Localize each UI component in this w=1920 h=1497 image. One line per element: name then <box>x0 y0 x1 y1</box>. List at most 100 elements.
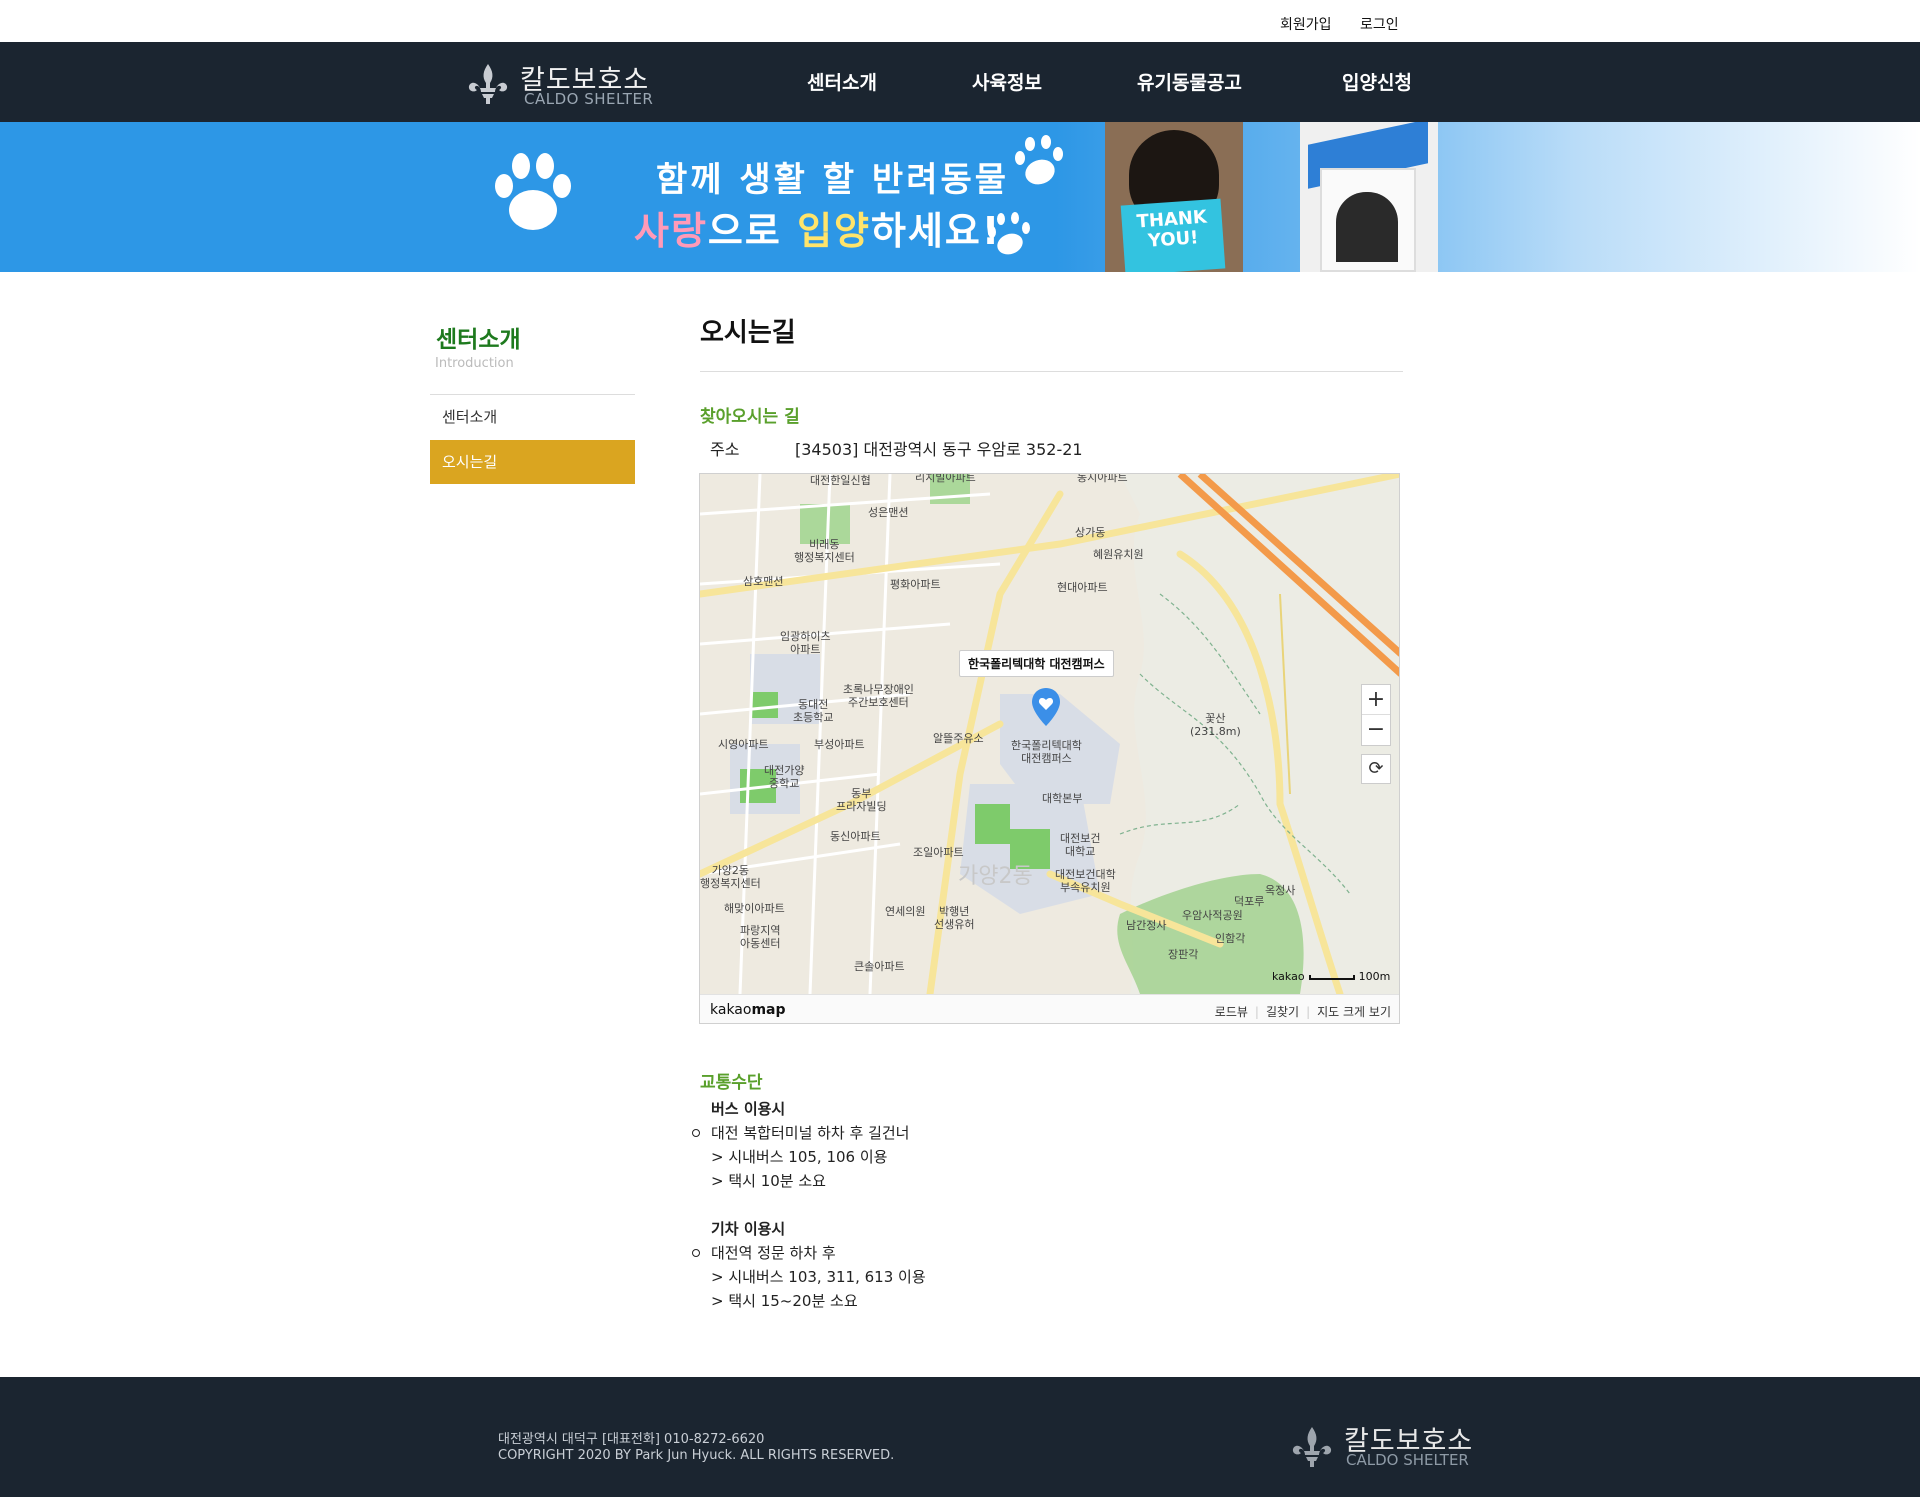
address-value: [34503] 대전광역시 동구 우암로 352-21 <box>795 440 1083 459</box>
map-label: 리치빌아파트 <box>915 473 976 484</box>
map-label: 해맞이아파트 <box>724 902 785 915</box>
map-label: 큰솔아파트 <box>854 960 905 973</box>
sidebar-subtitle: Introduction <box>435 356 514 371</box>
page-title: 오시는길 <box>700 318 796 348</box>
train-line: > 시내버스 103, 311, 613 이용 <box>711 1268 926 1286</box>
brand-kakao: kakao <box>710 1002 752 1018</box>
map-label: 대전한일신협 <box>810 474 871 487</box>
scale-bar <box>1308 974 1355 980</box>
footer-contact: 대전광역시 대덕구 [대표전화] 010-8272-6620 <box>498 1432 765 1447</box>
location-marker-icon[interactable] <box>1029 686 1063 730</box>
map-label: 덕포루 <box>1234 895 1265 908</box>
map-label: 대전보건 대학교 <box>1060 832 1101 858</box>
map-label: 현대아파트 <box>1057 581 1108 594</box>
banner-word-love: 사랑 <box>634 209 708 253</box>
map-scale: kakao 100m <box>1272 970 1390 983</box>
kakaomap-logo[interactable]: kakaomap <box>710 1002 786 1018</box>
map-label: 동지아파트 <box>1077 473 1128 484</box>
sign-text: THANK YOU! <box>1135 206 1208 252</box>
train-heading: 기차 이용시 <box>711 1220 786 1238</box>
map-label: 혜원유치원 <box>1093 548 1144 561</box>
map-label: 인함각 <box>1215 932 1246 945</box>
fleur-de-lis-icon <box>468 64 508 104</box>
sidebar-title: 센터소개 <box>436 327 521 353</box>
map-label: 동신아파트 <box>830 830 881 843</box>
scale-brand: kakao <box>1272 970 1305 983</box>
map-links: 로드뷰 | 길찾기 | 지도 크게 보기 <box>1215 1003 1391 1020</box>
footer-logo[interactable]: 칼도보호소 CALDO SHELTER <box>1290 1417 1490 1473</box>
zoom-out-button[interactable]: − <box>1362 715 1390 745</box>
address-label: 주소 <box>710 440 740 459</box>
utility-bar: 회원가입 로그인 <box>0 0 1920 42</box>
kakao-map[interactable]: 대전한일신협 리치빌아파트 동지아파트 성은맨션 비래동 행정복지센터 상가동 … <box>699 473 1400 1024</box>
map-label: 가양2동 행정복지센터 <box>700 864 761 890</box>
map-label: 임광하이츠 아파트 <box>780 630 831 656</box>
map-label: 대전보건대학 부속유치원 <box>1055 868 1116 894</box>
paw-print-icon <box>1015 135 1063 185</box>
map-label: 부성아파트 <box>814 738 865 751</box>
transport-section-title: 교통수단 <box>700 1073 763 1093</box>
map-label: 조일아파트 <box>913 846 964 859</box>
map-label: 성은맨션 <box>868 506 909 519</box>
roadview-link[interactable]: 로드뷰 <box>1215 1005 1248 1019</box>
map-label: 옥정사 <box>1265 884 1296 897</box>
sidebar-item-center-intro[interactable]: 센터소개 <box>430 395 635 439</box>
brand-map: map <box>751 1002 786 1018</box>
enlarge-map-link[interactable]: 지도 크게 보기 <box>1317 1005 1391 1019</box>
map-footer: kakaomap 로드뷰 | 길찾기 | 지도 크게 보기 <box>700 994 1399 1023</box>
map-label: 대학본부 <box>1042 792 1083 805</box>
map-district-label: 가양2동 <box>958 864 1033 889</box>
map-zoom-control: + − <box>1361 684 1391 746</box>
login-link[interactable]: 로그인 <box>1360 14 1399 34</box>
map-label: 박행년 선생유허 <box>934 905 975 931</box>
nav-center-intro[interactable]: 센터소개 <box>807 68 877 95</box>
fleur-de-lis-icon <box>1292 1427 1332 1467</box>
route-link[interactable]: 길찾기 <box>1266 1005 1299 1019</box>
map-label: 시영아파트 <box>718 738 769 751</box>
bullet <box>692 1249 700 1257</box>
map-label: 남간정사 <box>1126 919 1167 932</box>
nav-adoption[interactable]: 입양신청 <box>1342 68 1412 95</box>
title-divider <box>700 371 1403 372</box>
nav-stray-notice[interactable]: 유기동물공고 <box>1137 68 1242 95</box>
map-label: 한국폴리텍대학 대전캠퍼스 <box>1011 739 1082 765</box>
scale-value: 100m <box>1358 970 1391 983</box>
hero-banner: 함께 생활 할 반려동물 사랑으로 입양하세요! THANK YOU! <box>0 122 1920 272</box>
directions-section-title: 찾아오시는 길 <box>700 407 800 427</box>
zoom-in-button[interactable]: + <box>1362 685 1390 715</box>
bus-line: > 시내버스 105, 106 이용 <box>711 1148 888 1166</box>
banner-headline: 함께 생활 할 반려동물 <box>656 160 1010 200</box>
map-label: 꽃산 (231.8m) <box>1190 712 1241 738</box>
map-label: 평화아파트 <box>890 578 941 591</box>
map-place-tooltip[interactable]: 한국폴리텍대학 대전캠퍼스 <box>959 650 1114 677</box>
link-separator: | <box>1254 1005 1259 1019</box>
map-label: 대전가양 중학교 <box>764 764 805 790</box>
map-label: 연세의원 <box>885 905 926 918</box>
map-label: 동부 프라자빌딩 <box>836 787 887 813</box>
map-label: 삼호맨션 <box>743 575 784 588</box>
map-reset-button[interactable]: ⟳ <box>1361 754 1391 784</box>
link-separator: | <box>1306 1005 1311 1019</box>
banner-tagline: 사랑으로 입양하세요! <box>634 200 1001 255</box>
site-logo[interactable]: 칼도보호소 CALDO SHELTER <box>466 54 666 110</box>
paw-print-icon <box>988 212 1030 255</box>
map-label: 파랑지역 아동센터 <box>740 924 781 950</box>
bus-line: > 택시 10분 소요 <box>711 1172 826 1190</box>
site-footer: 대전광역시 대덕구 [대표전화] 010-8272-6620 COPYRIGHT… <box>0 1377 1920 1497</box>
banner-word-with: 으로 <box>707 209 798 253</box>
map-label: 알뜰주유소 <box>933 732 984 745</box>
train-main: 대전역 정문 하차 후 <box>711 1244 836 1262</box>
nav-care-info[interactable]: 사육정보 <box>972 68 1042 95</box>
signup-link[interactable]: 회원가입 <box>1280 14 1332 34</box>
thank-you-sign: THANK YOU! <box>1120 198 1226 272</box>
bus-main: 대전 복합터미널 하차 후 길건너 <box>711 1124 910 1142</box>
bullet <box>692 1129 700 1137</box>
sidebar-item-directions[interactable]: 오시는길 <box>430 440 635 484</box>
map-label: 비래동 행정복지센터 <box>794 538 855 564</box>
map-label: 초록나무장애인 주간보호센터 <box>843 683 914 709</box>
train-line: > 택시 15~20분 소요 <box>711 1292 858 1310</box>
map-label: 상가동 <box>1075 526 1106 539</box>
site-header: 칼도보호소 CALDO SHELTER 센터소개 사육정보 유기동물공고 입양신… <box>0 42 1920 122</box>
footer-copyright: COPYRIGHT 2020 BY Park Jun Hyuck. ALL RI… <box>498 1448 895 1463</box>
logo-name-en: CALDO SHELTER <box>524 90 654 108</box>
